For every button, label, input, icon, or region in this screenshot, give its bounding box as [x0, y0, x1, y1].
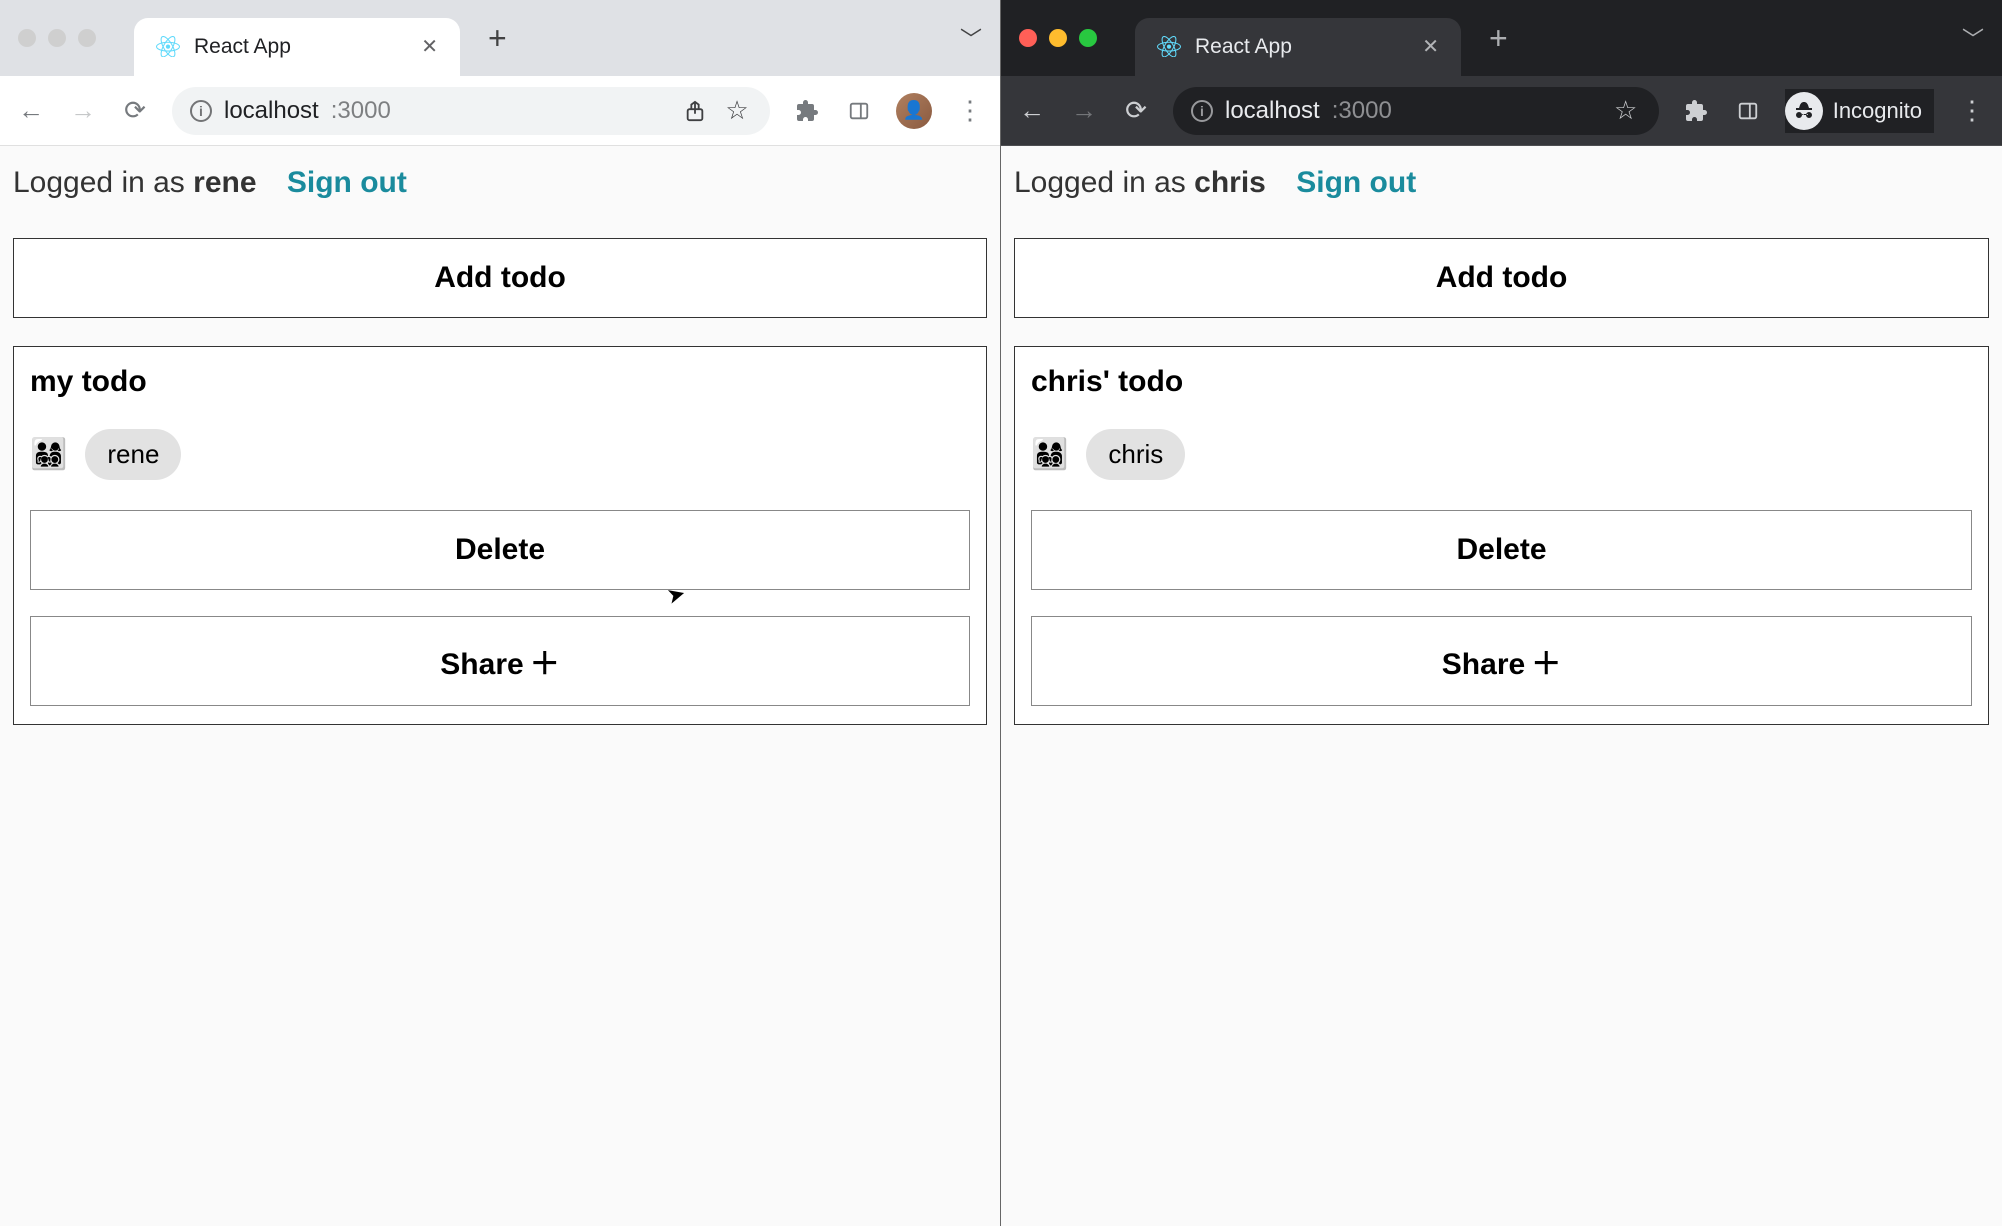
tab-title: React App: [1195, 35, 1408, 59]
bookmark-star-icon[interactable]: ☆: [722, 95, 752, 126]
plus-icon: ＋: [1531, 648, 1561, 681]
browser-menu-icon[interactable]: ⋮: [954, 95, 984, 126]
sign-out-link[interactable]: Sign out: [1296, 166, 1416, 199]
todo-title: my todo: [30, 365, 970, 399]
browser-window-right: React App ✕ + ﹀ ← → ⟳ i localhost :3000 ☆…: [1001, 0, 2002, 1226]
url-host: localhost: [224, 97, 319, 125]
add-todo-button[interactable]: Add todo: [1014, 238, 1989, 318]
share-page-icon[interactable]: [680, 100, 710, 122]
maximize-window-dot[interactable]: [1079, 29, 1097, 47]
page-content: Logged in as chris Sign out Add todo chr…: [1001, 146, 2002, 1226]
incognito-label: Incognito: [1833, 98, 1922, 124]
site-info-icon[interactable]: i: [190, 100, 212, 122]
close-tab-icon[interactable]: ✕: [1422, 34, 1439, 59]
browser-menu-icon[interactable]: ⋮: [1956, 95, 1986, 126]
maximize-window-dot[interactable]: [78, 29, 96, 47]
reload-icon[interactable]: ⟳: [1121, 95, 1151, 126]
tab-dropdown-icon[interactable]: ﹀: [960, 22, 982, 54]
browser-window-left: React App ✕ + ﹀ ← → ⟳ i localhost :3000 ☆…: [0, 0, 1001, 1226]
new-tab-button[interactable]: +: [1489, 20, 1508, 57]
url-path: :3000: [331, 97, 391, 125]
todo-card: chris' todo 👨‍👩‍👧‍👦 chris Delete Share＋: [1014, 346, 1989, 725]
current-username: rene: [193, 166, 256, 199]
forward-icon[interactable]: →: [1069, 95, 1099, 126]
plus-icon: ＋: [530, 648, 560, 681]
new-tab-button[interactable]: +: [488, 20, 507, 57]
family-icon: 👨‍👩‍👧‍👦: [30, 437, 67, 472]
reload-icon[interactable]: ⟳: [120, 95, 150, 126]
toolbar: ← → ⟳ i localhost :3000 ☆ Incognito ⋮: [1001, 76, 2002, 146]
react-logo-icon: [156, 35, 180, 59]
traffic-lights: [1019, 29, 1097, 47]
back-icon[interactable]: ←: [16, 95, 46, 126]
delete-button[interactable]: Delete: [1031, 510, 1972, 590]
add-todo-button[interactable]: Add todo: [13, 238, 987, 318]
minimize-window-dot[interactable]: [1049, 29, 1067, 47]
url-host: localhost: [1225, 97, 1320, 125]
current-username: chris: [1194, 166, 1266, 199]
url-path: :3000: [1332, 97, 1392, 125]
todo-card: my todo 👨‍👩‍👧‍👦 rene Delete Share＋: [13, 346, 987, 725]
auth-status-line: Logged in as rene Sign out: [13, 166, 987, 200]
react-logo-icon: [1157, 35, 1181, 59]
extensions-icon[interactable]: [1681, 99, 1711, 123]
family-icon: 👨‍👩‍👧‍👦: [1031, 437, 1068, 472]
sign-out-link[interactable]: Sign out: [287, 166, 407, 199]
extensions-icon[interactable]: [792, 99, 822, 123]
page-content: Logged in as rene Sign out Add todo my t…: [0, 146, 1000, 1226]
toolbar: ← → ⟳ i localhost :3000 ☆ 👤 ⋮: [0, 76, 1000, 146]
auth-status-line: Logged in as chris Sign out: [1014, 166, 1989, 200]
site-info-icon[interactable]: i: [1191, 100, 1213, 122]
incognito-indicator[interactable]: Incognito: [1785, 89, 1934, 133]
side-panel-icon[interactable]: [844, 100, 874, 122]
members-row: 👨‍👩‍👧‍👦 chris: [1031, 429, 1972, 480]
delete-button[interactable]: Delete: [30, 510, 970, 590]
share-label: Share: [1442, 648, 1525, 681]
share-button[interactable]: Share＋: [1031, 616, 1972, 706]
forward-icon[interactable]: →: [68, 95, 98, 126]
member-pill: chris: [1086, 429, 1185, 480]
profile-avatar[interactable]: 👤: [896, 93, 932, 129]
close-window-dot[interactable]: [1019, 29, 1037, 47]
tab-bar: React App ✕ + ﹀: [0, 0, 1000, 76]
tab-bar: React App ✕ + ﹀: [1001, 0, 2002, 76]
side-panel-icon[interactable]: [1733, 100, 1763, 122]
logged-in-prefix: Logged in as: [13, 166, 193, 199]
tab-title: React App: [194, 35, 407, 59]
close-tab-icon[interactable]: ✕: [421, 34, 438, 59]
tab-dropdown-icon[interactable]: ﹀: [1962, 22, 1984, 54]
browser-tab[interactable]: React App ✕: [1135, 18, 1461, 76]
back-icon[interactable]: ←: [1017, 95, 1047, 126]
logged-in-prefix: Logged in as: [1014, 166, 1194, 199]
member-pill: rene: [85, 429, 181, 480]
traffic-lights: [18, 29, 96, 47]
share-button[interactable]: Share＋: [30, 616, 970, 706]
bookmark-star-icon[interactable]: ☆: [1611, 95, 1641, 126]
share-label: Share: [440, 648, 523, 681]
todo-title: chris' todo: [1031, 365, 1972, 399]
close-window-dot[interactable]: [18, 29, 36, 47]
incognito-icon: [1785, 92, 1823, 130]
address-bar[interactable]: i localhost :3000 ☆: [172, 87, 770, 135]
members-row: 👨‍👩‍👧‍👦 rene: [30, 429, 970, 480]
minimize-window-dot[interactable]: [48, 29, 66, 47]
browser-tab[interactable]: React App ✕: [134, 18, 460, 76]
address-bar[interactable]: i localhost :3000 ☆: [1173, 87, 1659, 135]
